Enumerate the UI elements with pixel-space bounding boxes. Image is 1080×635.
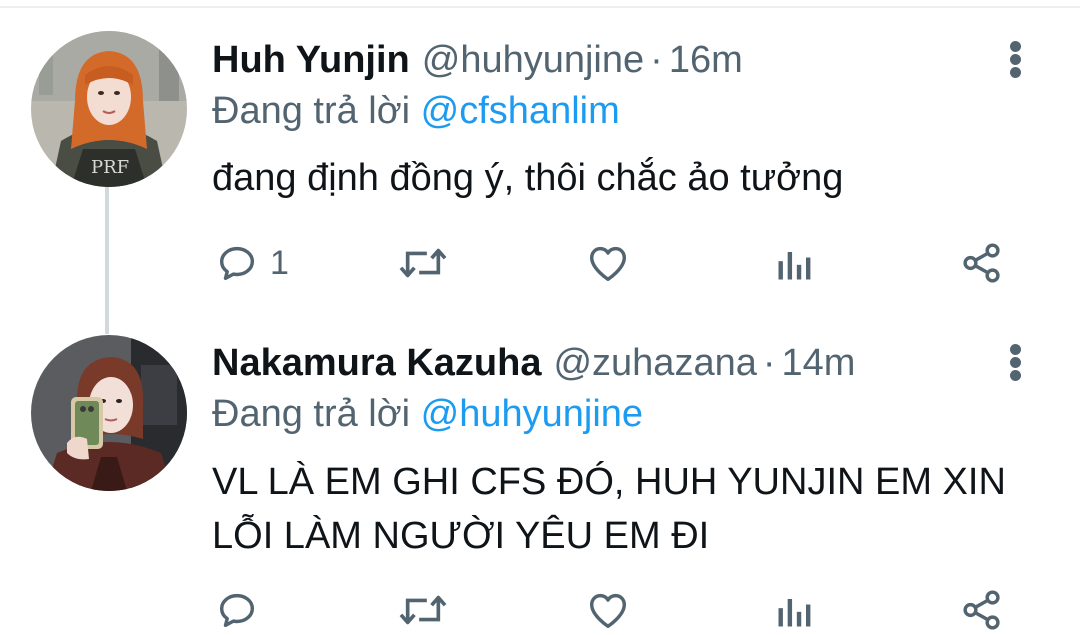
avatar[interactable] xyxy=(31,335,187,491)
tweet-2[interactable]: Nakamura Kazuha @zuhazana · 14m Đang trả lờ… xyxy=(0,0,1080,635)
more-options-button[interactable] xyxy=(1006,341,1026,385)
retweet-icon xyxy=(399,595,447,625)
display-name[interactable]: Nakamura Kazuha xyxy=(212,342,541,384)
separator-dot: · xyxy=(762,342,776,384)
like-button[interactable] xyxy=(584,585,642,635)
replying-prefix: Đang trả lời xyxy=(212,393,411,435)
reply-icon xyxy=(219,593,255,628)
tweet-text: VL LÀ EM GHI CFS ĐÓ, HUH YUNJIN EM XIN L… xyxy=(212,461,1006,557)
analytics-icon xyxy=(778,599,811,627)
share-button[interactable] xyxy=(958,585,1006,635)
mention-link[interactable]: @huhyunjine xyxy=(421,393,643,435)
like-icon xyxy=(589,593,627,629)
user-handle[interactable]: @zuhazana xyxy=(553,342,756,384)
reply-button[interactable] xyxy=(214,585,270,635)
more-icon xyxy=(1010,344,1021,355)
analytics-button[interactable] xyxy=(773,585,817,635)
tweet-header: Nakamura Kazuha @zuhazana · 14m xyxy=(212,341,855,385)
timestamp[interactable]: 14m xyxy=(782,342,856,384)
share-icon xyxy=(963,590,1000,630)
replying-to: Đang trả lời @huhyunjine xyxy=(212,392,643,436)
retweet-button[interactable] xyxy=(396,585,460,635)
tweet-thread: PRF Huh Yunjin @huhyunjine · 16m Đang trả l… xyxy=(0,0,1080,635)
